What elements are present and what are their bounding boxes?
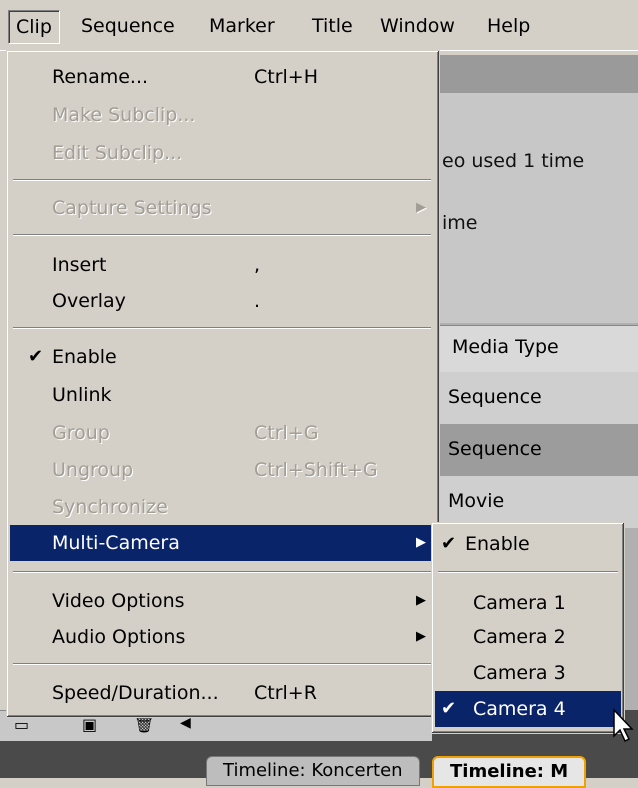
shortcut-label: Ctrl+Shift+G	[254, 459, 378, 481]
shortcut-label: ,	[254, 254, 261, 276]
info-usage-text: eo used 1 time	[442, 150, 585, 172]
menu-item-label: Camera 4	[473, 698, 566, 720]
submenu-item-enable[interactable]: ✔ Enable	[435, 526, 621, 562]
menu-item-label: Multi-Camera	[52, 532, 180, 554]
menu-item-edit-subclip: Edit Subclip...	[10, 135, 436, 171]
menu-item-label: Ungroup	[52, 459, 134, 481]
menu-item-label: Camera 3	[473, 662, 566, 684]
project-info-area	[432, 93, 638, 323]
info-duration-text: ime	[442, 212, 478, 234]
menu-item-label: Overlay	[52, 290, 126, 312]
multi-camera-submenu: ✔ Enable Camera 1 Camera 2 Camera 3 ✔ Ca…	[431, 522, 625, 734]
menu-item-speed-duration[interactable]: Speed/Duration... Ctrl+R	[10, 675, 436, 711]
menu-help[interactable]: Help	[480, 10, 537, 42]
menu-item-insert[interactable]: Insert ,	[10, 247, 436, 283]
menu-item-label: Unlink	[52, 384, 112, 406]
menu-item-group: Group Ctrl+G	[10, 415, 436, 451]
checkmark-icon: ✔	[28, 346, 44, 367]
menu-item-multi-camera[interactable]: Multi-Camera ▶	[10, 525, 436, 561]
submenu-item-camera-2[interactable]: Camera 2	[435, 619, 621, 655]
media-type-header-label: Media Type	[452, 336, 559, 358]
menu-title[interactable]: Title	[305, 10, 360, 42]
table-row[interactable]: Sequence	[432, 372, 638, 424]
menu-window[interactable]: Window	[373, 10, 462, 42]
shortcut-label: Ctrl+H	[254, 66, 319, 88]
menu-item-label: Synchronize	[52, 496, 168, 518]
menu-separator	[13, 327, 431, 329]
menu-item-label: Insert	[52, 254, 107, 276]
menu-item-label: Audio Options	[52, 626, 186, 648]
tab-timeline-koncerten[interactable]: Timeline: Koncerten	[206, 756, 420, 786]
menu-item-overlay[interactable]: Overlay .	[10, 283, 436, 319]
menu-item-make-subclip: Make Subclip...	[10, 97, 436, 133]
menu-item-label: Camera 1	[473, 592, 566, 614]
menu-bar: Clip Sequence Marker Title Window Help	[0, 0, 638, 51]
shortcut-label: Ctrl+G	[254, 422, 319, 444]
submenu-arrow-icon: ▶	[416, 629, 426, 644]
menu-item-audio-options[interactable]: Audio Options ▶	[10, 619, 436, 655]
menu-separator	[13, 571, 431, 573]
menu-item-enable[interactable]: ✔ Enable	[10, 339, 436, 375]
menu-item-label: Group	[52, 422, 110, 444]
menu-item-label: Rename...	[52, 66, 149, 88]
submenu-item-camera-3[interactable]: Camera 3	[435, 655, 621, 691]
checkmark-icon: ✔	[441, 533, 457, 554]
menu-item-label: Make Subclip...	[52, 104, 196, 126]
table-row[interactable]: Sequence	[432, 424, 638, 476]
media-type-cell: Movie	[448, 490, 505, 512]
menu-item-label: Enable	[52, 346, 117, 368]
menu-item-label: Camera 2	[473, 626, 566, 648]
menu-item-label: Edit Subclip...	[52, 142, 183, 164]
submenu-arrow-icon: ▶	[416, 200, 426, 215]
shortcut-label: .	[254, 290, 261, 312]
menu-item-rename[interactable]: Rename... Ctrl+H	[10, 59, 436, 95]
menu-separator	[13, 179, 431, 181]
tab-timeline-active[interactable]: Timeline: M	[432, 756, 587, 788]
menu-item-label: Speed/Duration...	[52, 682, 219, 704]
menu-sequence[interactable]: Sequence	[74, 10, 182, 42]
submenu-item-camera-1[interactable]: Camera 1	[435, 585, 621, 621]
media-type-cell: Sequence	[448, 438, 542, 460]
submenu-arrow-icon: ▶	[416, 535, 426, 550]
menu-separator	[13, 663, 431, 665]
clip-menu: Rename... Ctrl+H Make Subclip... Edit Su…	[6, 50, 440, 718]
menu-item-ungroup: Ungroup Ctrl+Shift+G	[10, 452, 436, 488]
menu-separator	[13, 234, 431, 236]
menu-item-capture-settings: Capture Settings ▶	[10, 190, 436, 226]
menu-item-label: Video Options	[52, 590, 185, 612]
submenu-item-camera-4[interactable]: ✔ Camera 4	[435, 691, 621, 727]
media-type-column-header[interactable]: Media Type	[432, 325, 638, 373]
mouse-cursor-icon	[613, 708, 634, 743]
submenu-arrow-icon: ▶	[416, 593, 426, 608]
table-row[interactable]: Movie	[432, 476, 638, 528]
menu-item-label: Capture Settings	[52, 197, 212, 219]
menu-item-video-options[interactable]: Video Options ▶	[10, 583, 436, 619]
media-type-cell: Sequence	[448, 386, 542, 408]
menu-separator	[438, 571, 618, 573]
menu-item-label: Enable	[465, 533, 530, 555]
menu-item-unlink[interactable]: Unlink	[10, 377, 436, 413]
menu-clip[interactable]: Clip	[8, 10, 60, 44]
shortcut-label: Ctrl+R	[254, 682, 317, 704]
checkmark-icon: ✔	[441, 698, 457, 719]
project-panel-header	[432, 55, 638, 93]
menu-marker[interactable]: Marker	[202, 10, 282, 42]
menu-item-synchronize: Synchronize	[10, 489, 436, 525]
